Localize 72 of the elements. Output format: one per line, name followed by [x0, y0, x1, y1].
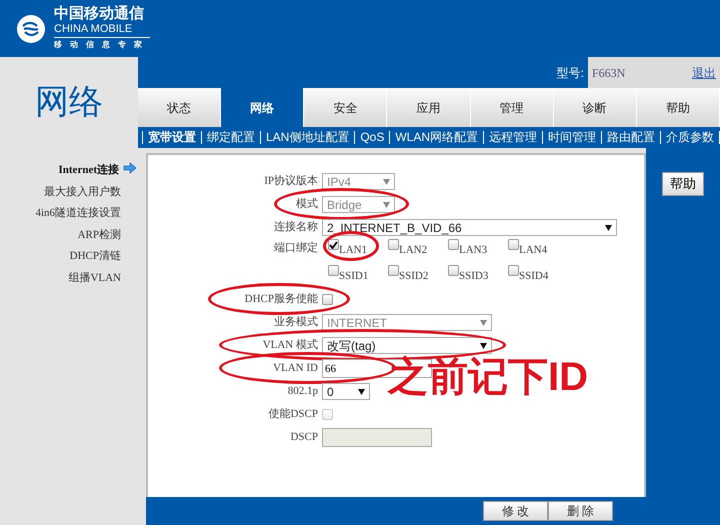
checkbox[interactable] — [388, 239, 399, 250]
sidebar-item[interactable]: ARP检测 — [0, 226, 143, 248]
checkbox[interactable] — [322, 294, 333, 305]
subnav-link[interactable]: 远程管理 — [483, 131, 542, 144]
caret-icon — [480, 342, 487, 348]
sidebar-item[interactable]: DHCP清链 — [0, 248, 143, 270]
field-label: IP协议版本 — [263, 174, 319, 190]
sidebar-item[interactable]: 组播VLAN — [0, 270, 143, 291]
help-button[interactable]: 帮助 — [662, 172, 704, 196]
model-label: 型号: — [556, 64, 584, 82]
arrow-icon — [123, 162, 137, 174]
checkbox-label: SSID1 — [339, 268, 368, 284]
nav-tab[interactable]: 应用 — [387, 88, 471, 127]
nav-tab[interactable]: 诊断 — [554, 88, 637, 127]
field-label: 模式 — [295, 197, 319, 212]
sidebar-item[interactable]: 4in6隧道连接设置 — [0, 205, 143, 226]
logo-title: 中国移动通信 — [54, 6, 145, 23]
model-value: F663N — [592, 64, 626, 82]
logo-icon — [16, 14, 46, 44]
checkbox-label: LAN4 — [519, 243, 548, 258]
checkbox[interactable] — [328, 264, 339, 276]
checkbox[interactable] — [328, 239, 339, 250]
sidebar-item[interactable]: 最大接入用户数 — [0, 184, 143, 205]
field-label: DHCP服务使能 — [244, 292, 319, 308]
caret-icon — [480, 320, 487, 326]
delete-button[interactable]: 删 除 — [548, 501, 613, 521]
checkmark-icon — [329, 240, 338, 248]
checkbox-label: SSID2 — [399, 268, 428, 284]
modify-button[interactable]: 修 改 — [483, 501, 548, 521]
subnav-link[interactable]: WLAN网络配置 — [389, 131, 483, 144]
checkbox-label: LAN2 — [399, 243, 428, 258]
subnav-link[interactable]: LAN侧地址配置 — [260, 131, 354, 144]
nav-tab[interactable]: 网络 — [221, 88, 304, 127]
select-field[interactable]: 2_INTERNET_B_VID_66 — [322, 219, 617, 236]
nav-tab[interactable]: 状态 — [138, 88, 222, 127]
field-label: 端口绑定 — [273, 240, 319, 256]
checkbox[interactable] — [388, 264, 399, 276]
checkbox-label: LAN1 — [339, 243, 368, 258]
field-label: DSCP — [289, 430, 319, 446]
checkbox[interactable] — [508, 239, 519, 250]
nav-tab[interactable]: 管理 — [470, 88, 554, 127]
subnav-link[interactable]: 时间管理 — [542, 131, 601, 144]
sidebar-item[interactable]: Internet连接 — [0, 162, 143, 184]
checkbox-label: SSID3 — [459, 268, 488, 284]
checkbox[interactable] — [448, 264, 459, 276]
subnav-link[interactable]: 路由配置 — [601, 131, 660, 144]
field-label: 业务模式 — [273, 315, 319, 330]
caret-icon — [383, 202, 390, 208]
field-label: 802.1p — [286, 384, 319, 400]
subnav-link[interactable]: 宽带设置 — [142, 131, 201, 144]
field-label: VLAN 模式 — [262, 338, 319, 354]
field-label: 使能DSCP — [267, 407, 319, 422]
field-label: 连接名称 — [273, 220, 319, 236]
nav-tab[interactable]: 安全 — [304, 88, 388, 127]
select-field[interactable]: 改写(tag) — [322, 337, 492, 354]
checkbox[interactable] — [448, 239, 459, 250]
checkbox-label: LAN3 — [459, 243, 488, 258]
caret-icon — [605, 224, 612, 230]
page-title: 网络 — [34, 81, 104, 124]
nav-tab[interactable]: 帮助 — [636, 88, 720, 127]
logo-slogan: 移动信息专家 — [54, 36, 150, 51]
subnav-link[interactable]: QoS — [354, 131, 390, 144]
caret-icon — [383, 178, 390, 184]
logout-link[interactable]: 退出 — [692, 64, 716, 82]
subnav-link[interactable]: 介质参数 — [660, 131, 720, 144]
logo-subtitle: CHINA MOBILE — [54, 22, 134, 35]
select-field[interactable]: 0 — [322, 383, 370, 400]
checkbox[interactable] — [508, 264, 519, 276]
field-label: VLAN ID — [272, 361, 319, 376]
subnav-link[interactable]: 绑定配置 — [200, 131, 260, 144]
caret-icon — [358, 388, 365, 394]
checkbox-label: SSID4 — [519, 268, 548, 284]
